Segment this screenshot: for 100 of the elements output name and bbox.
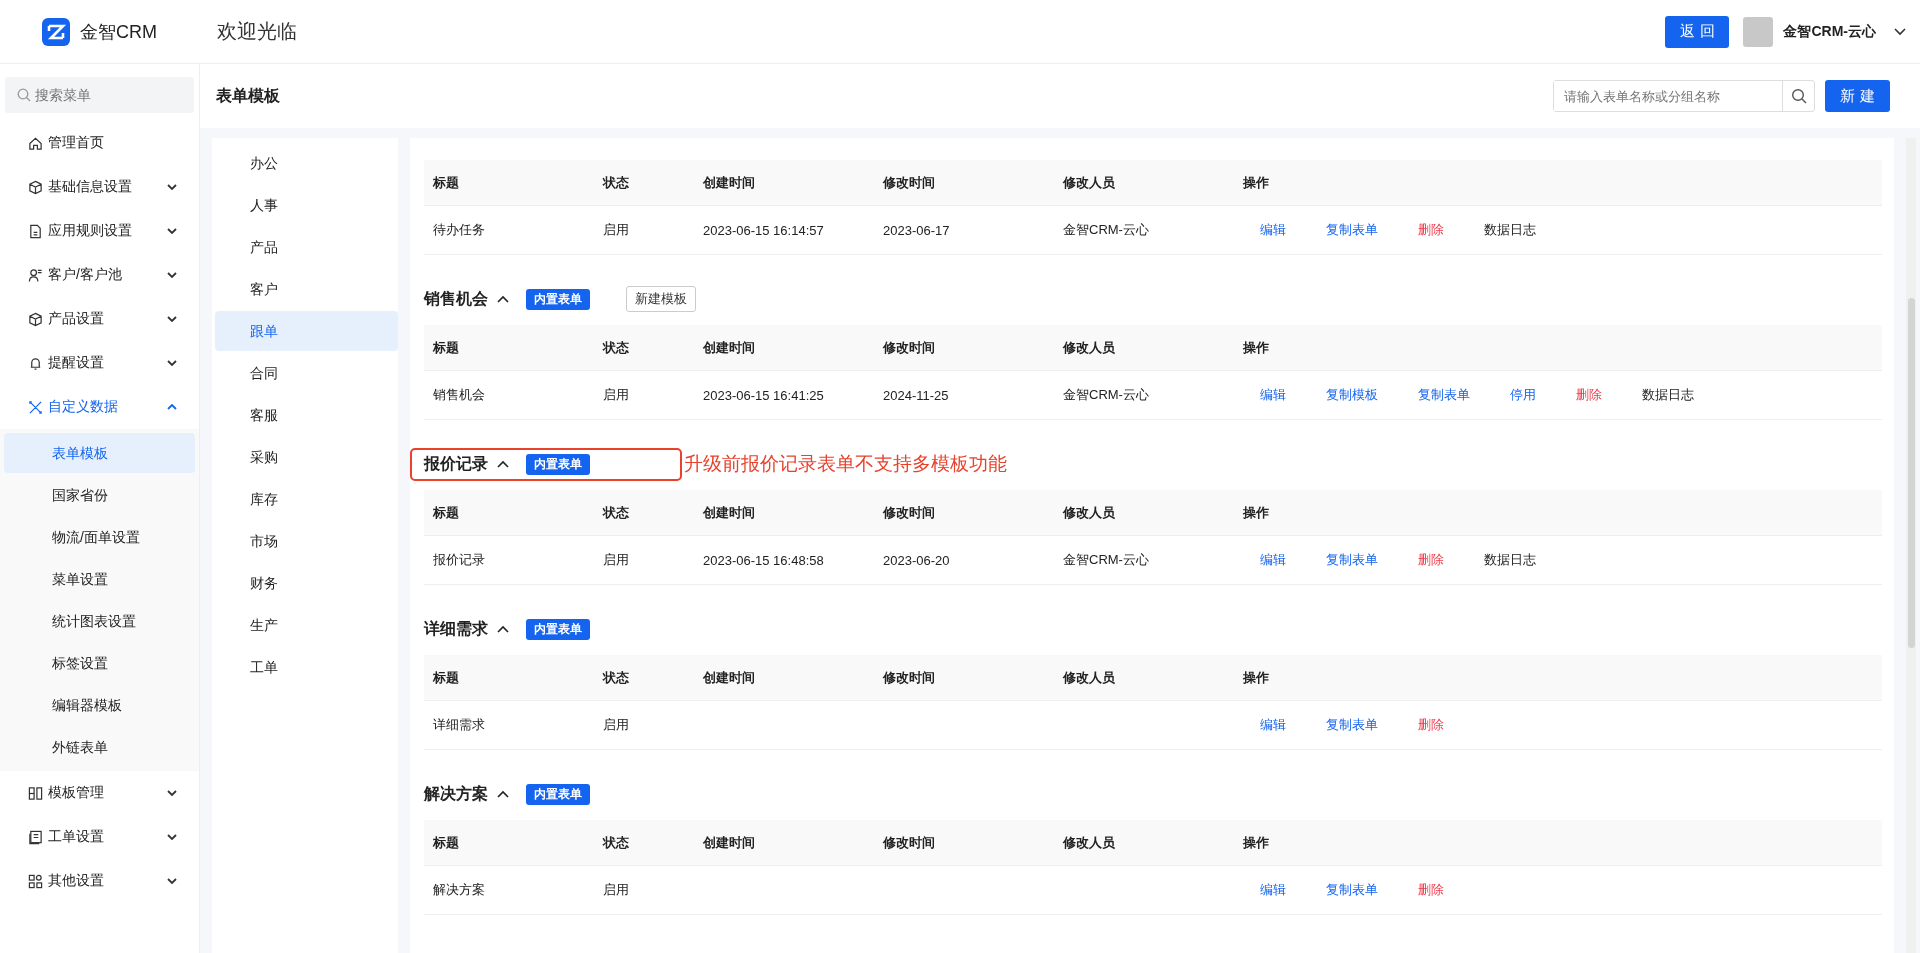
column-header: 创建时间 <box>694 325 874 371</box>
submenu-item[interactable]: 统计图表设置 <box>4 601 195 641</box>
back-button[interactable]: 返 回 <box>1665 15 1730 48</box>
category-item[interactable]: 生产 <box>215 605 398 645</box>
column-header: 操作 <box>1234 655 1882 701</box>
action-link[interactable]: 编辑 <box>1260 386 1286 404</box>
action-link[interactable]: 复制表单 <box>1326 221 1378 239</box>
category-item[interactable]: 采购 <box>215 437 398 477</box>
category-item[interactable]: 库存 <box>215 479 398 519</box>
submenu-item[interactable]: 物流/面单设置 <box>4 517 195 557</box>
table-cell: 2024-11-25 <box>883 387 949 403</box>
built-in-badge: 内置表单 <box>526 783 590 805</box>
column-header: 修改人员 <box>1054 490 1234 536</box>
action-link[interactable]: 编辑 <box>1260 551 1286 569</box>
action-link[interactable]: 数据日志 <box>1484 221 1536 239</box>
category-item[interactable]: 客户 <box>215 269 398 309</box>
action-link[interactable]: 数据日志 <box>1484 551 1536 569</box>
category-item[interactable]: 市场 <box>215 521 398 561</box>
category-item[interactable]: 合同 <box>215 353 398 393</box>
action-link[interactable]: 复制表单 <box>1326 881 1378 899</box>
sidebar-item[interactable]: 客户/客户池 <box>0 253 199 297</box>
action-link[interactable]: 复制表单 <box>1418 386 1470 404</box>
notebook-icon <box>28 829 43 845</box>
menu-search-field[interactable]: 搜索菜单 <box>5 77 194 113</box>
category-item[interactable]: 工单 <box>215 647 398 687</box>
column-header: 标题 <box>424 655 594 701</box>
sidebar-item[interactable]: 模板管理 <box>0 771 199 815</box>
table-cell: 启用 <box>594 535 694 585</box>
action-link[interactable]: 删除 <box>1418 716 1444 734</box>
app-name: 金智CRM <box>80 20 157 44</box>
sidebar-item[interactable]: 工单设置 <box>0 815 199 859</box>
action-link[interactable]: 编辑 <box>1260 716 1286 734</box>
scrollbar-thumb[interactable] <box>1908 298 1915 648</box>
chevron-up-icon[interactable] <box>497 460 509 468</box>
table-cell: 2023-06-15 16:41:25 <box>703 387 824 403</box>
user-name[interactable]: 金智CRM-云心 <box>1783 22 1876 41</box>
column-header: 标题 <box>424 160 594 206</box>
chevron-up-icon[interactable] <box>497 295 509 303</box>
column-header: 创建时间 <box>694 160 874 206</box>
bell-icon <box>28 355 43 371</box>
action-link[interactable]: 删除 <box>1418 221 1444 239</box>
action-link[interactable]: 编辑 <box>1260 221 1286 239</box>
grid-icon <box>28 873 43 889</box>
category-item[interactable]: 财务 <box>215 563 398 603</box>
sidebar-item[interactable]: 提醒设置 <box>0 341 199 385</box>
built-in-badge: 内置表单 <box>526 453 590 475</box>
column-header: 修改时间 <box>874 655 1054 701</box>
column-header: 状态 <box>594 490 694 536</box>
category-item[interactable]: 客服 <box>215 395 398 435</box>
submenu-item[interactable]: 国家省份 <box>4 475 195 515</box>
category-item[interactable]: 人事 <box>215 185 398 225</box>
table-cell: 启用 <box>594 700 694 750</box>
annotation-text: 升级前报价记录表单不支持多模板功能 <box>684 452 1007 476</box>
sidebar-item[interactable]: 其他设置 <box>0 859 199 903</box>
category-item[interactable]: 产品 <box>215 227 398 267</box>
column-header: 状态 <box>594 655 694 701</box>
sidebar-item[interactable]: 管理首页 <box>0 121 199 165</box>
action-link[interactable]: 删除 <box>1576 386 1602 404</box>
columns-icon <box>28 785 43 801</box>
column-header: 状态 <box>594 325 694 371</box>
action-link[interactable]: 复制表单 <box>1326 551 1378 569</box>
sidebar-item[interactable]: 应用规则设置 <box>0 209 199 253</box>
new-template-button[interactable]: 新建模板 <box>626 286 696 312</box>
person-icon <box>28 267 43 283</box>
chevron-up-icon[interactable] <box>497 625 509 633</box>
action-link[interactable]: 数据日志 <box>1642 386 1694 404</box>
form-search-field[interactable]: 请输入表单名称或分组名称 <box>1553 80 1815 112</box>
table-cell: 详细需求 <box>424 700 594 750</box>
action-link[interactable]: 删除 <box>1418 551 1444 569</box>
column-header: 修改人员 <box>1054 820 1234 866</box>
search-icon <box>1790 88 1807 104</box>
built-in-badge: 内置表单 <box>526 618 590 640</box>
category-item[interactable]: 跟单 <box>215 311 398 351</box>
submenu-item[interactable]: 标签设置 <box>4 643 195 683</box>
chevron-up-icon[interactable] <box>497 790 509 798</box>
column-header: 修改人员 <box>1054 160 1234 206</box>
table-cell: 待办任务 <box>424 205 594 255</box>
table-cell: 2023-06-15 16:14:57 <box>703 222 824 238</box>
submenu-item[interactable]: 外链表单 <box>4 727 195 767</box>
submenu-item[interactable]: 表单模板 <box>4 433 195 473</box>
action-link[interactable]: 复制模板 <box>1326 386 1378 404</box>
new-button[interactable]: 新 建 <box>1825 80 1890 112</box>
submenu-item[interactable]: 编辑器模板 <box>4 685 195 725</box>
table-cell: 解决方案 <box>424 865 594 915</box>
submenu-item[interactable]: 菜单设置 <box>4 559 195 599</box>
avatar-placeholder <box>1743 16 1774 47</box>
column-header: 操作 <box>1234 325 1882 371</box>
column-header: 标题 <box>424 325 594 371</box>
category-item[interactable]: 办公 <box>215 143 398 183</box>
action-link[interactable]: 编辑 <box>1260 881 1286 899</box>
sidebar-item[interactable]: 基础信息设置 <box>0 165 199 209</box>
action-link[interactable]: 停用 <box>1510 386 1536 404</box>
sidebar-item[interactable]: 产品设置 <box>0 297 199 341</box>
sidebar-item[interactable]: 自定义数据 <box>0 385 199 429</box>
section-title: 解决方案 <box>424 783 488 804</box>
action-link[interactable]: 删除 <box>1418 881 1444 899</box>
chevron-down-icon[interactable] <box>1894 27 1906 36</box>
document-icon <box>28 223 43 239</box>
action-link[interactable]: 复制表单 <box>1326 716 1378 734</box>
column-header: 标题 <box>424 820 594 866</box>
